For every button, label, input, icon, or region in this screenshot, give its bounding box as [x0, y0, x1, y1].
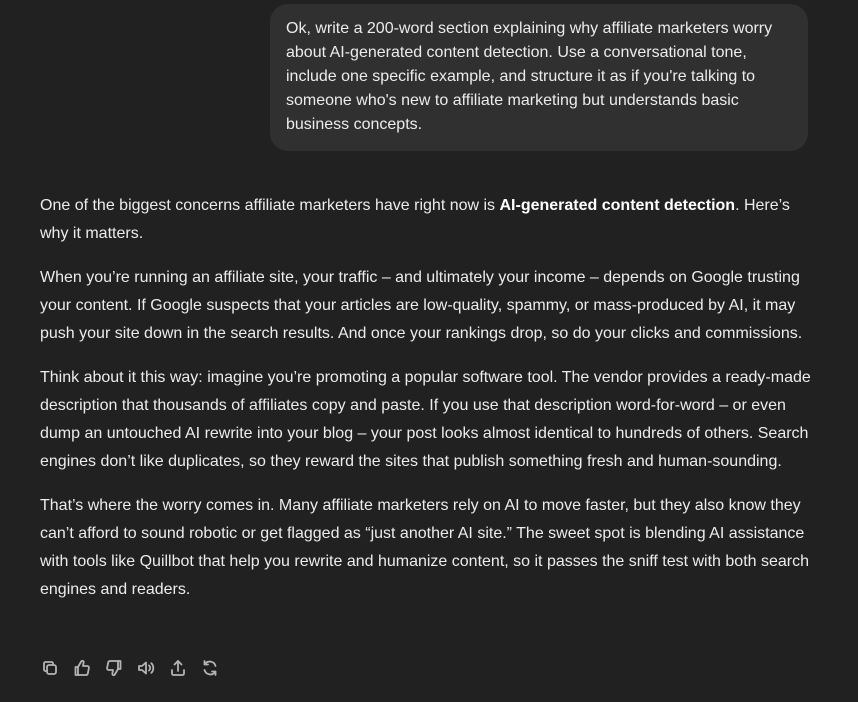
share-icon — [171, 660, 185, 676]
good-response-button[interactable] — [66, 652, 98, 684]
regenerate-icon — [203, 660, 217, 676]
thumbs-down-icon — [106, 660, 122, 677]
message-actions — [34, 652, 226, 684]
assistant-paragraph-4: That’s where the worry comes in. Many af… — [40, 497, 810, 598]
share-button[interactable] — [162, 652, 194, 684]
assistant-paragraph-1-bold: AI-generated content detection — [499, 197, 736, 214]
regenerate-button[interactable] — [194, 652, 226, 684]
assistant-paragraph-3: Think about it this way: imagine you’re … — [40, 369, 811, 470]
assistant-message: One of the biggest concerns affiliate ma… — [40, 192, 818, 620]
copy-icon — [43, 661, 57, 675]
read-aloud-button[interactable] — [130, 652, 162, 684]
user-message-bubble: Ok, write a 200-word section explaining … — [270, 4, 808, 151]
thumbs-up-icon — [74, 659, 90, 676]
assistant-paragraph-1-start: One of the biggest concerns affiliate ma… — [40, 197, 500, 214]
copy-button[interactable] — [34, 652, 66, 684]
assistant-paragraph-2: When you’re running an affiliate site, y… — [40, 269, 803, 342]
bad-response-button[interactable] — [98, 652, 130, 684]
read-aloud-icon — [138, 661, 155, 675]
assistant-paragraph-1: One of the biggest concerns affiliate ma… — [40, 192, 818, 248]
user-message-text: Ok, write a 200-word section explaining … — [286, 20, 773, 133]
